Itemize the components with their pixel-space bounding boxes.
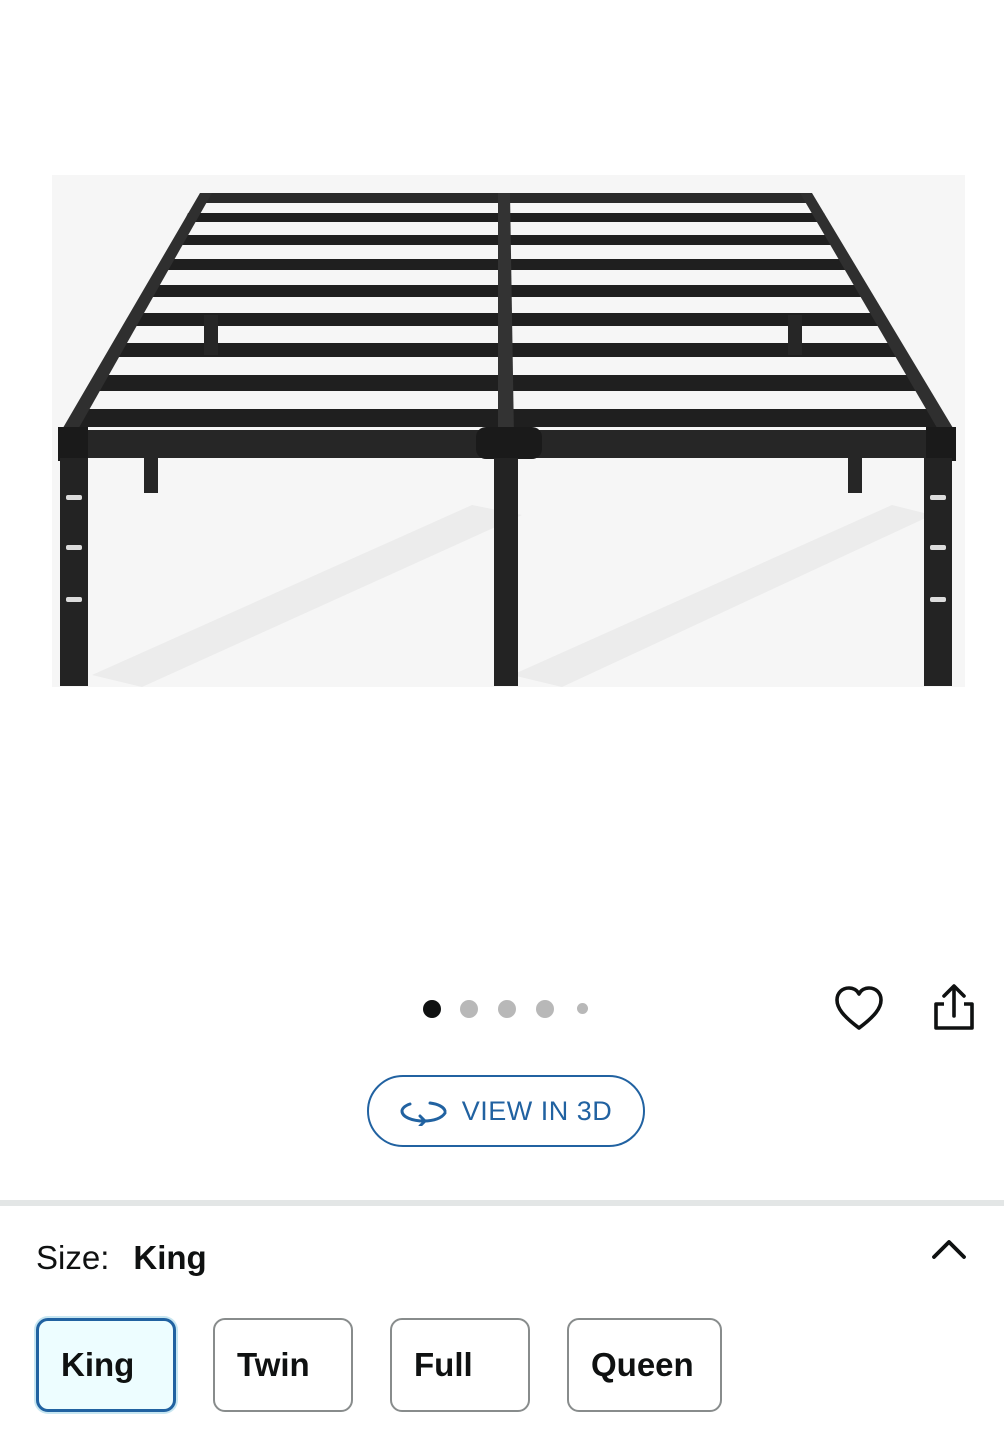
- selected-size-value: King: [133, 1239, 207, 1276]
- share-button[interactable]: [928, 982, 980, 1036]
- rotate-3d-icon: [400, 1101, 447, 1126]
- carousel-dot-5[interactable]: [577, 1003, 588, 1014]
- carousel-dot-2[interactable]: [460, 1000, 478, 1018]
- size-option-label: Twin: [237, 1346, 310, 1383]
- favorite-button[interactable]: [833, 984, 885, 1036]
- view-in-3d-button[interactable]: VIEW IN 3D: [367, 1075, 645, 1147]
- size-option-label: King: [61, 1346, 135, 1383]
- product-image[interactable]: [52, 175, 965, 687]
- size-option-king[interactable]: King: [36, 1318, 176, 1412]
- share-icon: [934, 984, 974, 1030]
- size-option-label: Queen: [591, 1346, 694, 1383]
- size-option-twin[interactable]: Twin: [213, 1318, 353, 1412]
- size-option-label: Full: [414, 1346, 473, 1383]
- size-option-full[interactable]: Full: [390, 1318, 530, 1412]
- size-option-queen[interactable]: Queen: [567, 1318, 722, 1412]
- carousel-dot-3[interactable]: [498, 1000, 516, 1018]
- carousel-dot-4[interactable]: [536, 1000, 554, 1018]
- carousel-indicator[interactable]: [420, 998, 600, 1020]
- chevron-up-icon: [932, 1240, 966, 1259]
- bed-frame-image: [52, 175, 965, 687]
- carousel-dot-1[interactable]: [423, 1000, 441, 1018]
- section-divider: [0, 1200, 1004, 1206]
- view-in-3d-label: VIEW IN 3D: [461, 1095, 613, 1126]
- size-label: Size:: [36, 1239, 110, 1276]
- size-selector-header: Size: King: [36, 1236, 207, 1280]
- heart-icon: [835, 986, 883, 1030]
- collapse-size-button[interactable]: [926, 1230, 972, 1270]
